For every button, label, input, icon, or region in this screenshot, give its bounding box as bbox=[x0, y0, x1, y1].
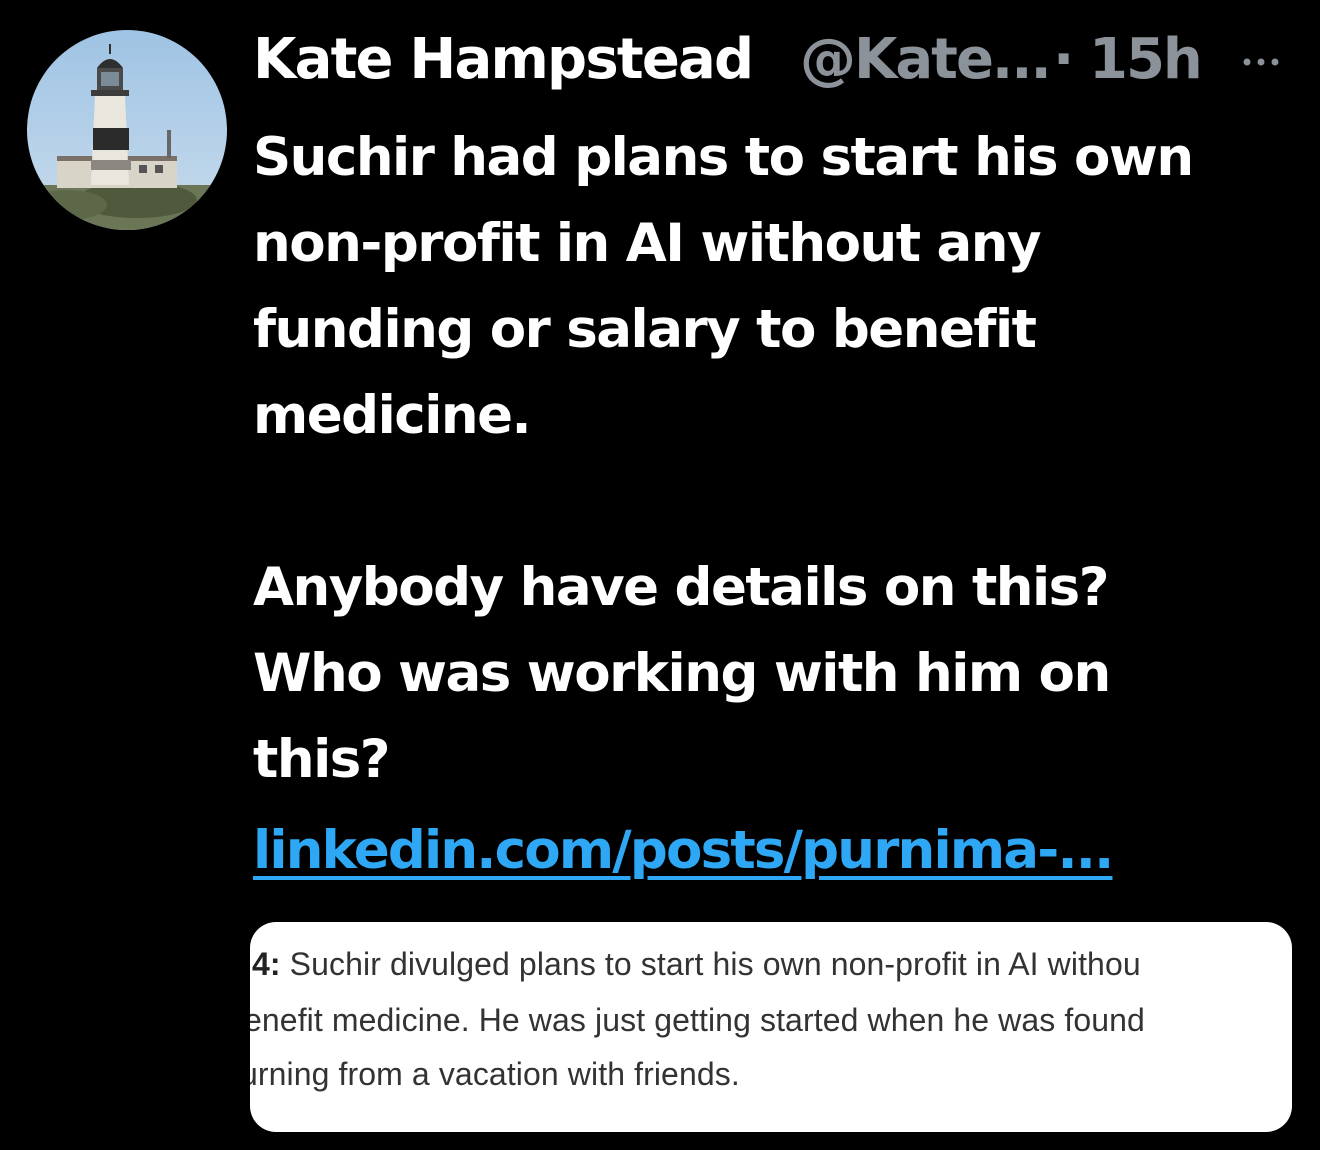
tweet-text-line: Who was working with him on bbox=[253, 643, 1111, 704]
tweet-text: Suchir had plans to start his own non-pr… bbox=[253, 115, 1303, 803]
tweet-text-line: Suchir had plans to start his own bbox=[253, 127, 1194, 188]
author-handle[interactable]: @Kate... bbox=[800, 22, 1052, 98]
tweet-header: Kate Hampstead @Kate... · 15h bbox=[253, 22, 1303, 102]
card-text-line: enefit medicine. He was just getting sta… bbox=[250, 1002, 1145, 1038]
more-options-icon[interactable] bbox=[1239, 52, 1283, 72]
card-text-line: 4: Suchir divulged plans to start his ow… bbox=[252, 946, 1141, 983]
tweet-text-line: medicine. bbox=[253, 385, 532, 446]
card-text-line: urning from a vacation with friends. bbox=[250, 1056, 740, 1092]
attached-image-card[interactable]: 4: Suchir divulged plans to start his ow… bbox=[250, 922, 1292, 1132]
tweet: Kate Hampstead @Kate... · 15h Suchir had… bbox=[0, 0, 1320, 1150]
card-line-text: Suchir divulged plans to start his own n… bbox=[280, 946, 1141, 982]
tweet-text-line: this? bbox=[253, 729, 391, 790]
tweet-timestamp[interactable]: 15h bbox=[1089, 22, 1203, 98]
separator-dot: · bbox=[1053, 27, 1075, 92]
tweet-text-line: Anybody have details on this? bbox=[253, 557, 1109, 618]
tweet-text-line: non-profit in AI without any bbox=[253, 213, 1042, 274]
linkedin-post-link[interactable]: linkedin.com/posts/purnima-... bbox=[253, 808, 1114, 894]
card-line-prefix: 4: bbox=[252, 946, 281, 982]
avatar[interactable] bbox=[27, 30, 227, 230]
author-name[interactable]: Kate Hampstead bbox=[253, 22, 754, 98]
lighthouse-avatar-icon bbox=[27, 30, 227, 230]
tweet-text-line: funding or salary to benefit bbox=[253, 299, 1037, 360]
